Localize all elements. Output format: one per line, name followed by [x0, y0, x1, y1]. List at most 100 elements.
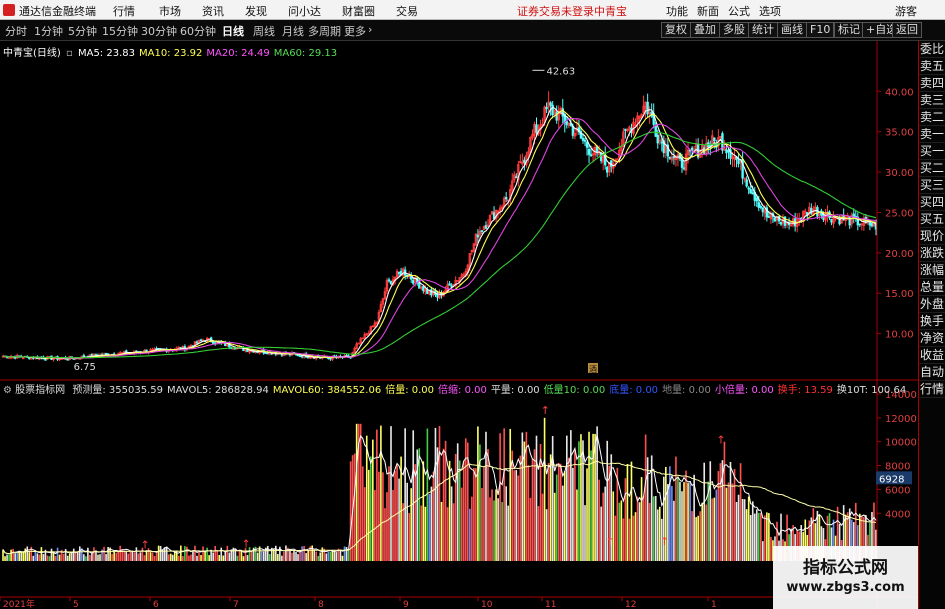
- mark-button[interactable]: 标记: [834, 22, 864, 38]
- volume-bar: [218, 554, 221, 561]
- quote-panel-item[interactable]: 买五: [919, 211, 945, 228]
- back-button[interactable]: 返回: [892, 22, 922, 38]
- volume-bar: [410, 488, 413, 561]
- draw-line-button[interactable]: 画线: [777, 22, 807, 38]
- period-daily[interactable]: 日线: [222, 23, 244, 39]
- menu-assistant[interactable]: 问小达: [288, 3, 321, 19]
- period-5min[interactable]: 5分钟: [68, 23, 97, 39]
- menu-market[interactable]: 行情: [113, 3, 135, 19]
- quote-panel-item[interactable]: 卖二: [919, 109, 945, 126]
- candle-body: [300, 355, 304, 358]
- quote-panel-item[interactable]: 卖一: [919, 126, 945, 143]
- volume-bar: [430, 486, 433, 561]
- overlay-button[interactable]: 叠加: [690, 22, 720, 38]
- volume-bar: [598, 479, 600, 561]
- candle-body: [654, 125, 657, 137]
- candle-body: [737, 159, 740, 164]
- price-tick-label: 25.00: [885, 208, 914, 219]
- period-monthly[interactable]: 月线: [282, 23, 304, 39]
- quote-panel-item[interactable]: 涨幅: [919, 262, 945, 279]
- quote-panel-item[interactable]: 涨跌: [919, 245, 945, 262]
- quote-panel-item[interactable]: 收益: [919, 347, 945, 364]
- statistics-button[interactable]: 统计: [748, 22, 778, 38]
- period-60min[interactable]: 60分钟: [180, 23, 216, 39]
- volume-legend-item: 地量: 0.00: [662, 385, 711, 396]
- guest-label[interactable]: 游客: [895, 3, 917, 19]
- volume-bar: [766, 512, 768, 561]
- candle-body: [745, 179, 748, 187]
- menu-new-page[interactable]: 新面: [697, 3, 719, 19]
- f10-button[interactable]: F10: [806, 22, 835, 38]
- volume-bar: [697, 515, 699, 561]
- period-weekly[interactable]: 周线: [253, 23, 275, 39]
- stock-chart[interactable]: ↑ ↑ ↑ ↑ ↑ ↑ 42.63 6.75 酒 40.00 35.00 30.00 25.00 20.…: [0, 41, 918, 609]
- candle-body: [767, 216, 771, 218]
- volume-bar: [12, 548, 14, 561]
- chevron-right-icon[interactable]: ›: [368, 23, 372, 36]
- settings-icon[interactable]: ▫: [66, 48, 73, 59]
- volume-bar: [206, 547, 208, 561]
- menu-news[interactable]: 资讯: [202, 3, 224, 19]
- volume-bar: [741, 498, 744, 561]
- login-status[interactable]: 证券交易未登录: [517, 3, 594, 19]
- period-multi[interactable]: 多周期: [308, 23, 341, 39]
- volume-bar: [729, 461, 732, 561]
- arrow-up-icon: ↑: [242, 537, 251, 550]
- quote-panel-item[interactable]: 净资: [919, 330, 945, 347]
- menu-formula[interactable]: 公式: [728, 3, 750, 19]
- candle-body: [828, 211, 831, 219]
- volume-bar: [501, 502, 503, 561]
- quote-panel-item[interactable]: 卖四: [919, 75, 945, 92]
- quote-panel-item[interactable]: 自动: [919, 364, 945, 381]
- volume-bar: [412, 430, 415, 561]
- candle-body: [535, 124, 538, 133]
- menu-options[interactable]: 选项: [759, 3, 781, 19]
- quote-panel-item[interactable]: 买四: [919, 194, 945, 211]
- restore-rights-button[interactable]: 复权: [661, 22, 691, 38]
- quote-panel-item[interactable]: 买二: [919, 160, 945, 177]
- quote-panel-item[interactable]: 行情: [919, 381, 945, 398]
- menu-wealth[interactable]: 财富圈: [342, 3, 375, 19]
- quote-panel-item[interactable]: 委比: [919, 41, 945, 58]
- quote-panel-item[interactable]: 买三: [919, 177, 945, 194]
- volume-legend-items: 预测量: 355035.59 MAVOL5: 286828.94 MAVOL60: …: [68, 385, 906, 396]
- candle-body: [44, 358, 47, 361]
- quote-panel-item[interactable]: 买一: [919, 143, 945, 160]
- quote-panel-item[interactable]: 总量: [919, 279, 945, 296]
- quote-panel-item[interactable]: 卖五: [919, 58, 945, 75]
- volume-bar: [551, 435, 554, 561]
- multi-stock-button[interactable]: 多股: [719, 22, 749, 38]
- volume-bar: [731, 483, 734, 561]
- price-tick-label: 15.00: [885, 289, 914, 300]
- period-30min[interactable]: 30分钟: [141, 23, 177, 39]
- volume-bar: [188, 555, 190, 561]
- menu-markets[interactable]: 市场: [159, 3, 181, 19]
- period-tick[interactable]: 分时: [5, 23, 27, 39]
- volume-bar: [507, 505, 510, 561]
- volume-bar: [537, 506, 540, 561]
- volume-bar: [361, 466, 364, 561]
- period-1min[interactable]: 1分钟: [34, 23, 63, 39]
- volume-bar: [596, 426, 598, 561]
- volume-bar: [184, 546, 186, 561]
- volume-bar: [66, 555, 69, 561]
- menu-discover[interactable]: 发现: [245, 3, 267, 19]
- volume-bar: [319, 552, 322, 561]
- quote-panel-item[interactable]: 现价: [919, 228, 945, 245]
- volume-bar: [529, 497, 532, 561]
- volume-bar: [91, 553, 93, 561]
- volume-bar: [74, 552, 77, 561]
- period-more[interactable]: 更多: [344, 23, 366, 39]
- quote-panel-item[interactable]: 卖三: [919, 92, 945, 109]
- volume-bar: [54, 555, 57, 561]
- volume-bar: [701, 502, 704, 561]
- candle-body: [589, 154, 593, 157]
- quote-panel-item[interactable]: 外盘: [919, 296, 945, 313]
- quote-panel-item[interactable]: 换手: [919, 313, 945, 330]
- volume-bar: [394, 470, 396, 561]
- period-15min[interactable]: 15分钟: [102, 23, 138, 39]
- volume-bar: [632, 515, 635, 561]
- menu-function[interactable]: 功能: [666, 3, 688, 19]
- menu-trade[interactable]: 交易: [396, 3, 418, 19]
- gear-icon[interactable]: ⚙: [3, 385, 12, 396]
